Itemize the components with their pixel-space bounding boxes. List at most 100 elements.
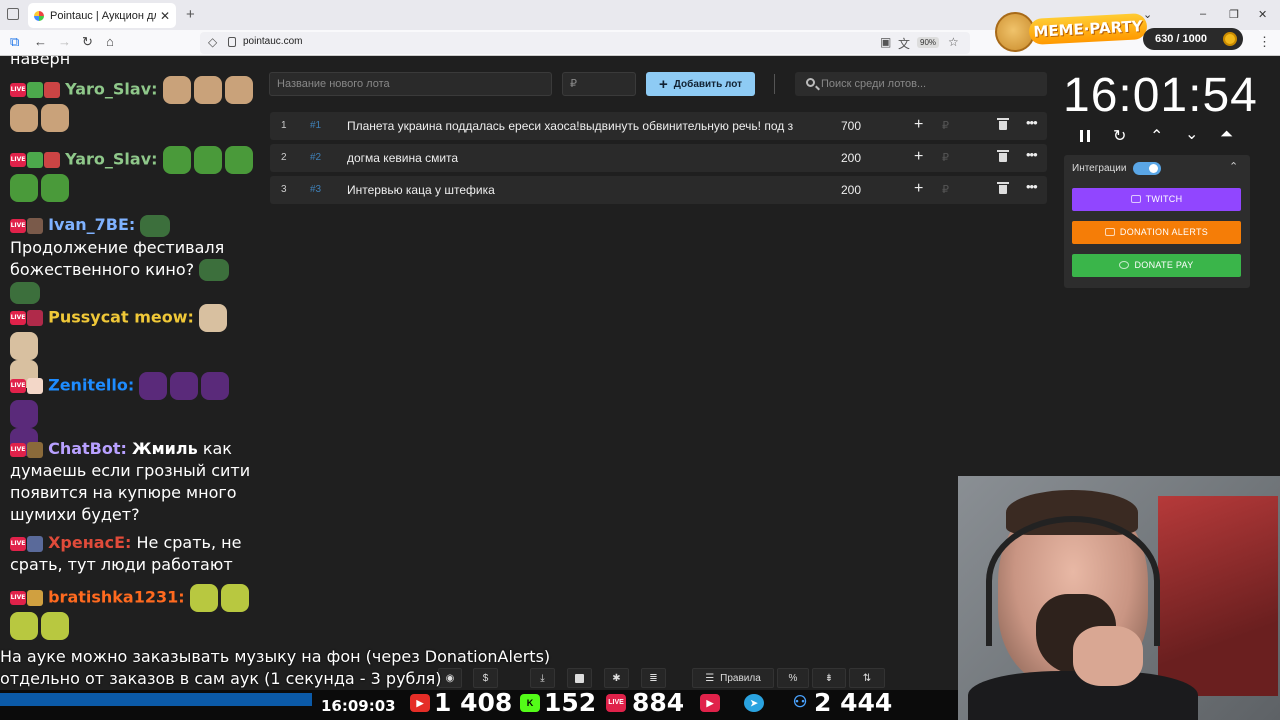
webcam-feed	[958, 476, 1280, 720]
lot-position: 2	[281, 152, 287, 163]
chat-text: как думаешь если грозный сити появится н…	[10, 439, 251, 524]
streamer-hand	[1073, 626, 1143, 686]
add-lot-label: Добавить лот	[673, 78, 742, 90]
chat-nick[interactable]: ХренасЕ:	[48, 533, 131, 552]
background-flag	[1158, 496, 1278, 696]
ruble-input-icon[interactable]: ₽	[942, 119, 949, 132]
caption-line-1: На ауке можно заказывать музыку на фон (…	[0, 647, 551, 666]
clear-button[interactable]: ≣	[641, 668, 666, 688]
add-amount-icon[interactable]: +	[914, 148, 923, 166]
meme-counter-text: 630 / 1000	[1155, 33, 1207, 45]
favicon-icon	[34, 10, 44, 21]
translate-icon[interactable]: 文	[898, 35, 910, 52]
donation-alerts-button[interactable]: DONATION ALERTS	[1072, 221, 1241, 244]
chat-nick[interactable]: Ivan_7BE:	[48, 215, 135, 234]
lot-search-input[interactable]	[821, 72, 1041, 96]
forward-icon[interactable]: →	[58, 34, 71, 49]
chat-text: Продолжение фестиваля божественного кино…	[10, 237, 225, 279]
live-badge: LIVE	[10, 311, 26, 325]
collapse-icon[interactable]: ⌃	[1229, 160, 1238, 173]
hamster-emote-icon	[198, 304, 227, 332]
reset-icon[interactable]: ↻	[1113, 126, 1126, 146]
tab-list-icon[interactable]	[7, 8, 19, 20]
url-bar[interactable]: ◇ pointauc.com ▣ 文 90% ☆	[200, 32, 970, 54]
menu-icon[interactable]: ⋮	[1258, 34, 1271, 50]
stream-bar	[0, 693, 312, 706]
meme-party-logo: MEME·PARTY	[1028, 12, 1148, 46]
browser-tab[interactable]: Pointauc | Аукцион для стриме ✕	[28, 3, 176, 28]
live-badge: LIVE	[10, 218, 26, 233]
bug-icon: ✱	[612, 672, 621, 684]
sidebar-icon[interactable]: ⧉	[10, 34, 19, 50]
zoom-level[interactable]: 90%	[917, 37, 940, 48]
telegram-icon: ➤	[744, 694, 764, 712]
hamster-emote-icon	[10, 104, 38, 132]
bug-button[interactable]: ✱	[604, 668, 629, 688]
donate-pay-button[interactable]: DONATE PAY	[1072, 254, 1241, 277]
chat-nick[interactable]: bratishka1231:	[48, 588, 185, 607]
ruble-input-icon[interactable]: ₽	[942, 183, 949, 196]
add-lot-button[interactable]: + Добавить лот	[646, 72, 755, 96]
mod-badge-icon	[27, 152, 43, 168]
emote-icon	[199, 259, 230, 281]
new-lot-name-input[interactable]	[269, 72, 552, 96]
rules-button[interactable]: ☰ Правила	[692, 668, 774, 688]
youtube-viewers: 1 408	[434, 688, 513, 717]
emote-icon	[201, 372, 230, 400]
home-icon[interactable]: ⌂	[106, 34, 114, 49]
url-text[interactable]: pointauc.com	[243, 36, 302, 47]
delete-icon[interactable]	[997, 118, 1009, 130]
rules-label: Правила	[720, 672, 761, 684]
lot-name[interactable]: догма кевина смита	[347, 151, 819, 165]
chevron-up-icon[interactable]: ⌃	[1150, 126, 1163, 146]
reader-icon[interactable]: ▣	[880, 35, 891, 49]
twitch-button[interactable]: TWITCH	[1072, 188, 1241, 211]
chevron-down-icon[interactable]: ⌄	[1185, 124, 1198, 144]
pause-icon[interactable]	[1080, 130, 1090, 142]
total-viewers: 2 444	[814, 688, 893, 717]
integrations-toggle[interactable]	[1133, 162, 1161, 175]
hamster-emote-icon	[193, 76, 222, 104]
lot-amount[interactable]: 200	[841, 151, 881, 165]
twitch-label: TWITCH	[1145, 194, 1183, 204]
more-icon[interactable]: •••	[1026, 147, 1038, 162]
live-badge: LIVE	[10, 442, 26, 457]
chat-nick[interactable]: ChatBot:	[48, 439, 127, 458]
live-badge: LIVE	[10, 536, 26, 551]
new-lot-amount-input[interactable]	[562, 72, 636, 96]
double-up-icon[interactable]: ⏶	[1220, 126, 1233, 144]
delete-icon[interactable]	[997, 150, 1009, 162]
chat-nick[interactable]: Yaro_Slav:	[65, 150, 157, 169]
close-tab-icon[interactable]: ✕	[160, 9, 170, 23]
shield-icon[interactable]: ◇	[208, 35, 217, 49]
add-amount-icon[interactable]: +	[914, 116, 923, 134]
lot-name[interactable]: Интервью каца у штефика	[347, 183, 819, 197]
add-amount-icon[interactable]: +	[914, 180, 923, 198]
lot-amount[interactable]: 700	[841, 119, 881, 133]
percent-button[interactable]: %	[777, 668, 809, 688]
delete-icon[interactable]	[997, 182, 1009, 194]
new-tab-icon[interactable]: +	[186, 6, 195, 23]
close-window-icon[interactable]: ✕	[1258, 8, 1267, 21]
save-icon	[575, 673, 584, 683]
emote-icon	[189, 584, 218, 612]
chat-nick[interactable]: Pussycat meow:	[48, 308, 194, 327]
sort-button[interactable]: ⇅	[849, 668, 885, 688]
lot-amount[interactable]: 200	[841, 183, 881, 197]
chat-nick[interactable]: Yaro_Slav:	[65, 80, 157, 99]
sub-badge-icon	[27, 310, 43, 326]
ruble-input-icon[interactable]: ₽	[942, 151, 949, 164]
lock-icon[interactable]	[228, 37, 236, 47]
chat-nick[interactable]: Zenitello:	[48, 376, 134, 395]
save-button[interactable]	[567, 668, 592, 688]
divider	[774, 74, 775, 94]
back-icon[interactable]: ←	[34, 34, 47, 49]
lot-name[interactable]: Планета украина поддалась ереси хаоса!вы…	[347, 119, 819, 133]
kick-icon: K	[520, 694, 540, 712]
reload-icon[interactable]: ↻	[82, 34, 93, 50]
bookmark-star-icon[interactable]: ☆	[948, 35, 959, 49]
split-button[interactable]: ⇟	[812, 668, 846, 688]
more-icon[interactable]: •••	[1026, 115, 1038, 130]
more-icon[interactable]: •••	[1026, 179, 1038, 194]
lot-search[interactable]	[795, 72, 1047, 96]
